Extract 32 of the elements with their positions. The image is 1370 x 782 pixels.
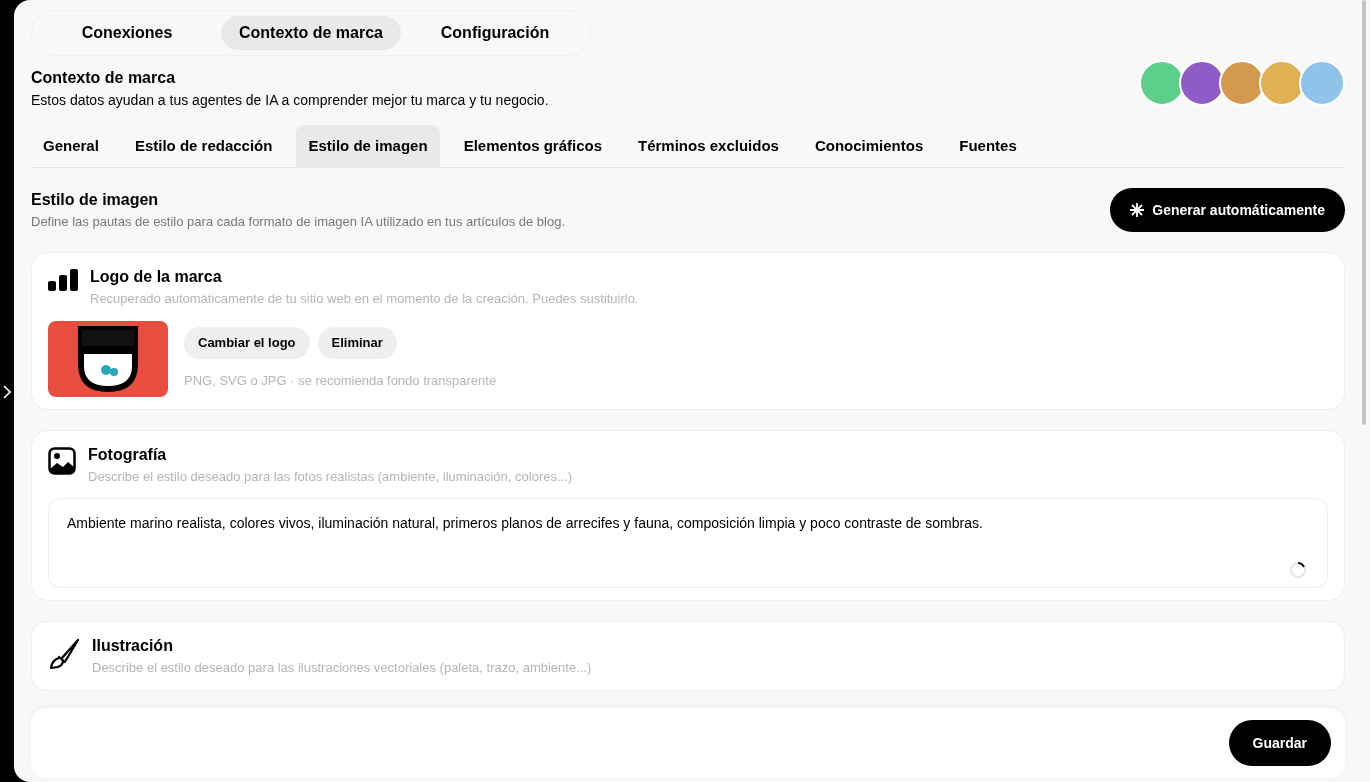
card-title: Logo de la marca: [90, 267, 223, 287]
sparkle-icon: [1130, 203, 1145, 217]
card-subtitle: Recuperado automáticamente de tu sitio web en el momento de la creación. Puedes sustituirlo.: [90, 290, 639, 308]
text-area[interactable]: Ambiente marino realista, colores vivos, iluminación natural, primeros planos de arrecifes y fauna, composición limpia y poco contraste de sombras.: [48, 498, 1328, 588]
chevron-right-icon: [3, 385, 11, 399]
sub-tab[interactable]: Estilo de redacción: [122, 125, 285, 167]
sub-tab[interactable]: Elementos gráficos: [451, 125, 614, 167]
section-title: Estilo de imagen: [31, 190, 160, 211]
top-tab[interactable]: Configuración: [405, 16, 585, 50]
page-title: Contexto de marca: [31, 68, 177, 88]
hint-text: PNG, SVG o JPG · se recomienda fondo transparente: [184, 371, 497, 390]
page-subtitle: Estos datos ayudan a tus agentes de IA a comprender mejor tu marca y tu negocio.: [31, 91, 549, 110]
bar-chart-icon: [48, 269, 78, 291]
change-logo-button[interactable]: Cambiar el logo: [184, 327, 310, 359]
sub-tab[interactable]: Estilo de imagen: [296, 125, 440, 167]
image-icon: [48, 446, 76, 475]
top-tab[interactable]: Contexto de marca: [221, 16, 401, 50]
brush-icon: [48, 638, 80, 670]
save-button[interactable]: Guardar: [1228, 720, 1331, 766]
card-subtitle: Describe el estilo deseado para las ilustraciones vectoriales (paleta, trazo, ambiente...): [92, 659, 592, 677]
card-title: Fotografía: [88, 444, 168, 465]
sub-tab[interactable]: Términos excluidos: [626, 125, 791, 167]
top-tab[interactable]: Conexiones: [37, 16, 217, 50]
generate-button[interactable]: Generar automáticamente: [1110, 188, 1345, 232]
card-title: Ilustración: [92, 636, 174, 656]
delete-button[interactable]: Eliminar: [317, 327, 397, 359]
sub-tab[interactable]: Fuentes: [947, 125, 1029, 167]
section-subtitle: Define las pautas de estilo para cada formato de imagen IA utilizado en tus artículos de blog.: [31, 213, 566, 232]
sub-tab[interactable]: Conocimientos: [802, 125, 936, 167]
sub-tab[interactable]: General: [31, 125, 111, 167]
text-area-value: Ambiente marino realista, colores vivos, iluminación natural, primeros planos de arrecifes y fauna, composición limpia y poco contraste de sombras.: [67, 515, 983, 531]
card-subtitle: Describe el estilo deseado para las fotos realistas (ambiente, iluminación, colores...): [88, 467, 573, 486]
